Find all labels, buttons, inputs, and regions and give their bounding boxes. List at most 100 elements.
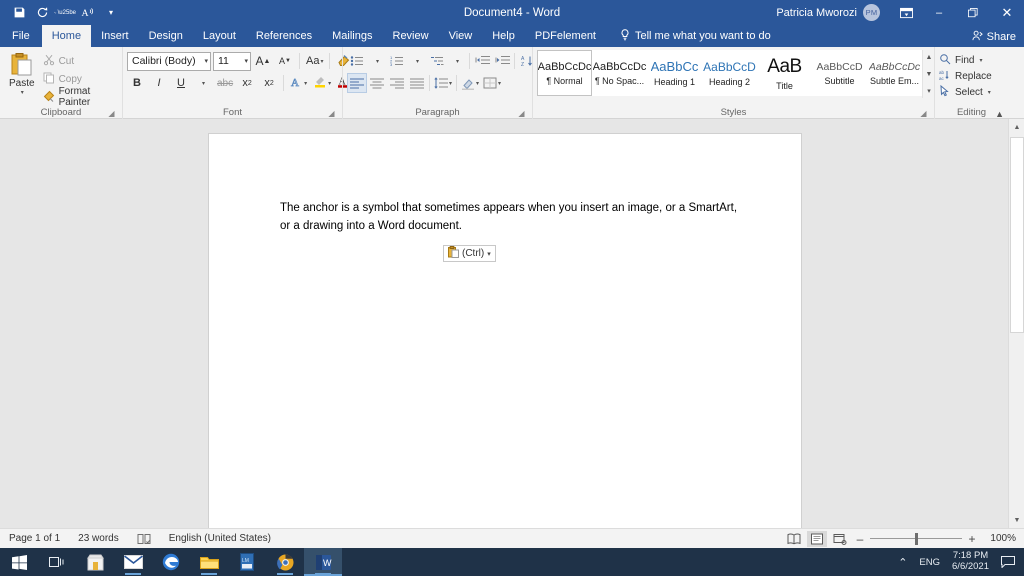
page-indicator[interactable]: Page 1 of 1 (0, 533, 69, 544)
zoom-out-button[interactable]: – (853, 532, 867, 546)
read-aloud-icon[interactable]: A (77, 2, 99, 24)
align-center-button[interactable] (367, 73, 387, 93)
scroll-up-arrow-icon[interactable]: ▲ (1009, 119, 1024, 135)
increase-indent-button[interactable] (492, 51, 512, 71)
tab-insert[interactable]: Insert (91, 25, 139, 47)
restore-button[interactable] (956, 0, 990, 25)
file-explorer-icon[interactable] (190, 548, 228, 576)
style-title[interactable]: AaB Title (757, 50, 812, 96)
microsoft-store-icon[interactable] (76, 548, 114, 576)
scrollbar-thumb[interactable] (1010, 137, 1024, 333)
document-page[interactable]: The anchor is a symbol that sometimes ap… (209, 134, 801, 534)
language-indicator[interactable]: English (United States) (160, 533, 280, 544)
cut-button[interactable]: Cut (40, 53, 118, 69)
paragraph-dialog-launcher[interactable]: ◢ (517, 109, 526, 118)
proofing-status-icon[interactable] (128, 533, 160, 545)
chevron-down-icon[interactable]: ▾ (487, 250, 491, 258)
bullets-button[interactable] (347, 51, 367, 71)
tab-references[interactable]: References (246, 25, 322, 47)
style-no-spacing[interactable]: AaBbCcDc ¶ No Spac... (592, 50, 647, 96)
style-subtitle[interactable]: AaBbCcD Subtitle (812, 50, 867, 96)
copy-button[interactable]: Copy (40, 71, 118, 87)
minimize-button[interactable]: – (922, 0, 956, 25)
shading-button[interactable]: ▾ (459, 73, 481, 93)
multilevel-list-caret-icon[interactable]: ▾ (447, 51, 467, 71)
app-blue-icon[interactable]: LM (228, 548, 266, 576)
vertical-scrollbar[interactable]: ▲ ▼ (1008, 119, 1024, 528)
text-highlight-button[interactable]: ▾ (311, 73, 333, 93)
chevron-down-icon[interactable]: ▾ (988, 89, 991, 96)
close-button[interactable]: ✕ (990, 0, 1024, 25)
paste-options-button[interactable]: (Ctrl) ▾ (443, 245, 496, 262)
select-button[interactable]: Select ▾ (939, 84, 992, 100)
language-button[interactable]: ENG (916, 548, 943, 576)
task-view-button[interactable] (38, 548, 76, 576)
font-size-combobox[interactable]: 11 ▾ (213, 52, 251, 71)
style-normal[interactable]: AaBbCcDc ¶ Normal (537, 50, 592, 96)
grow-font-button[interactable]: A▲ (253, 51, 273, 71)
avatar[interactable]: PM (863, 4, 880, 21)
format-painter-button[interactable]: Format Painter (40, 89, 118, 105)
zoom-slider-handle[interactable] (915, 533, 918, 545)
notification-icon[interactable] (998, 548, 1018, 576)
print-layout-button[interactable] (807, 531, 827, 547)
style-heading-1[interactable]: AaBbCc Heading 1 (647, 50, 702, 96)
customize-qat-icon[interactable]: ▾ (100, 2, 122, 24)
tab-pdfelement[interactable]: PDFelement (525, 25, 606, 47)
chevron-down-icon[interactable]: ▾ (979, 57, 982, 64)
style-subtle-emphasis[interactable]: AaBbCcDc Subtle Em... (867, 50, 922, 96)
tab-mailings[interactable]: Mailings (322, 25, 382, 47)
mail-icon[interactable] (114, 548, 152, 576)
tell-me-box[interactable]: Tell me what you want to do (612, 25, 779, 47)
find-button[interactable]: Find ▾ (939, 52, 992, 68)
tab-review[interactable]: Review (383, 25, 439, 47)
align-left-button[interactable] (347, 73, 367, 93)
chrome-icon[interactable] (266, 548, 304, 576)
paste-caret-icon[interactable]: ▾ (21, 89, 24, 96)
word-icon[interactable]: W (304, 548, 342, 576)
collapse-ribbon-icon[interactable]: ▲ (995, 109, 1004, 119)
tab-file[interactable]: File (0, 25, 42, 47)
replace-button[interactable]: abac Replace (939, 68, 992, 84)
text-effects-button[interactable]: A ▾ (288, 73, 309, 93)
zoom-slider[interactable] (870, 532, 962, 546)
line-spacing-button[interactable]: ▾ (432, 73, 454, 93)
style-heading-2[interactable]: AaBbCcD Heading 2 (702, 50, 757, 96)
bold-button[interactable]: B (127, 73, 147, 93)
shrink-font-button[interactable]: A▼ (275, 51, 295, 71)
underline-caret-icon[interactable]: ▾ (193, 73, 213, 93)
multilevel-list-button[interactable] (427, 51, 447, 71)
numbering-caret-icon[interactable]: ▾ (407, 51, 427, 71)
clipboard-dialog-launcher[interactable]: ◢ (107, 109, 116, 118)
strikethrough-button[interactable]: abc (215, 73, 235, 93)
tab-layout[interactable]: Layout (193, 25, 246, 47)
bullets-caret-icon[interactable]: ▾ (367, 51, 387, 71)
decrease-indent-button[interactable] (472, 51, 492, 71)
font-dialog-launcher[interactable]: ◢ (327, 109, 336, 118)
tab-design[interactable]: Design (139, 25, 193, 47)
change-case-button[interactable]: Aa ▾ (304, 51, 325, 71)
show-hidden-icons-button[interactable]: ⌃ (895, 548, 910, 576)
share-button[interactable]: Share (972, 30, 1016, 44)
web-layout-button[interactable] (830, 531, 850, 547)
save-icon[interactable] (8, 2, 30, 24)
clock[interactable]: 7:18 PM 6/6/2021 (949, 548, 992, 576)
read-mode-button[interactable] (784, 531, 804, 547)
zoom-in-button[interactable]: + (965, 532, 979, 546)
numbering-button[interactable]: 123 (387, 51, 407, 71)
tab-help[interactable]: Help (482, 25, 525, 47)
tab-view[interactable]: View (439, 25, 483, 47)
start-button[interactable] (0, 548, 38, 576)
subscript-button[interactable]: x2 (237, 73, 257, 93)
document-body-text[interactable]: The anchor is a symbol that sometimes ap… (280, 200, 740, 236)
underline-button[interactable]: U (171, 73, 191, 93)
justify-button[interactable] (407, 73, 427, 93)
scroll-down-arrow-icon[interactable]: ▼ (1009, 512, 1024, 528)
font-name-combobox[interactable]: Calibri (Body) ▾ (127, 52, 211, 71)
repeat-icon[interactable] (31, 2, 53, 24)
edge-icon[interactable] (152, 548, 190, 576)
tab-home[interactable]: Home (42, 25, 91, 47)
paste-button[interactable]: Paste ▾ (4, 50, 40, 96)
borders-button[interactable]: ▾ (481, 73, 503, 93)
italic-button[interactable]: I (149, 73, 169, 93)
